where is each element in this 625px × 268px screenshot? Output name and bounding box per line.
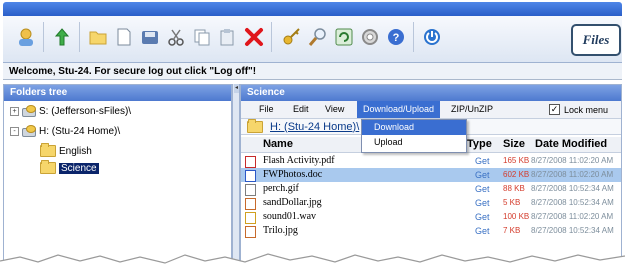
- new-file-icon[interactable]: [113, 26, 135, 48]
- file-row[interactable]: Flash Activity.pdf Get 165 KB 8/27/2008 …: [241, 154, 621, 168]
- upload-icon[interactable]: [51, 26, 73, 48]
- file-get-link[interactable]: Get: [475, 182, 490, 196]
- menu-file[interactable]: File: [259, 101, 274, 118]
- settings-icon[interactable]: [359, 26, 381, 48]
- cut-icon[interactable]: [165, 26, 187, 48]
- pdf-file-icon: [245, 156, 256, 168]
- current-path-link[interactable]: H: (Stu-24 Home)\: [270, 121, 359, 133]
- image-file-icon: [245, 184, 256, 196]
- file-name[interactable]: perch.gif: [263, 182, 299, 196]
- menu-zip-unzip[interactable]: ZIP/UnZIP: [451, 101, 493, 118]
- file-get-link[interactable]: Get: [475, 154, 490, 168]
- lock-menu-toggle[interactable]: ✓ Lock menu: [549, 104, 608, 115]
- welcome-message: Welcome, Stu-24. For secure log out clic…: [3, 63, 622, 80]
- file-get-link[interactable]: Get: [475, 196, 490, 210]
- column-header-type[interactable]: Type: [467, 137, 492, 152]
- download-upload-dropdown: Download Upload: [361, 119, 467, 153]
- copy-icon[interactable]: [191, 26, 213, 48]
- expand-icon[interactable]: +: [10, 106, 19, 116]
- user-icon[interactable]: [15, 26, 37, 48]
- file-name[interactable]: sandDollar.jpg: [263, 196, 322, 210]
- home-drive-icon: [22, 125, 36, 137]
- sort-ascending-icon: ▲: [267, 141, 274, 148]
- tree-item-label: English: [59, 145, 92, 157]
- dropdown-item-upload[interactable]: Upload: [362, 135, 466, 150]
- file-size: 165 KB: [503, 156, 530, 165]
- network-drive-icon: [22, 105, 36, 117]
- torn-edge-decoration: [0, 253, 625, 268]
- collapse-panel-icon[interactable]: ◂: [234, 84, 239, 93]
- file-date: 8/27/2008 11:02:20 AM: [531, 212, 614, 221]
- column-header-size[interactable]: Size: [503, 137, 525, 152]
- file-size: 602 KB: [503, 170, 530, 179]
- image-file-icon: [245, 198, 256, 210]
- file-size: 5 KB: [503, 198, 521, 207]
- file-get-link[interactable]: Get: [475, 210, 490, 224]
- files-panel-title: Science: [241, 85, 621, 101]
- svg-text:?: ?: [393, 32, 400, 44]
- file-row[interactable]: sandDollar.jpg Get 5 KB 8/27/2008 10:52:…: [241, 196, 621, 210]
- tree-item-label: H: (Stu-24 Home)\: [39, 125, 121, 137]
- file-size: 100 KB: [503, 212, 530, 221]
- tree-item-drive-s[interactable]: + S: (Jefferson-sFiles)\: [10, 105, 131, 117]
- folders-tree-title: Folders tree: [4, 85, 231, 101]
- help-icon[interactable]: ?: [385, 26, 407, 48]
- file-row[interactable]: sound01.wav Get 100 KB 8/27/2008 11:02:2…: [241, 210, 621, 224]
- file-name[interactable]: sound01.wav: [263, 210, 316, 224]
- disk-icon[interactable]: [139, 26, 161, 48]
- doc-file-icon: [245, 170, 256, 182]
- app-logo: Files: [571, 24, 621, 56]
- power-icon[interactable]: [421, 26, 443, 48]
- menu-bar: File Edit View Download/Upload ZIP/UnZIP…: [241, 101, 621, 119]
- file-get-link[interactable]: Get: [475, 168, 490, 182]
- menu-edit[interactable]: Edit: [293, 101, 309, 118]
- file-manager-window: ? Files Welcome, Stu-24. For secure log …: [0, 0, 625, 268]
- key-icon[interactable]: [281, 26, 303, 48]
- file-row[interactable]: perch.gif Get 88 KB 8/27/2008 10:52:34 A…: [241, 182, 621, 196]
- dropdown-item-download[interactable]: Download: [362, 120, 466, 135]
- menu-view[interactable]: View: [325, 101, 344, 118]
- file-date: 8/27/2008 10:52:34 AM: [531, 198, 614, 207]
- file-size: 88 KB: [503, 184, 525, 193]
- delete-icon[interactable]: [243, 26, 265, 48]
- toolbar: ? Files: [3, 16, 622, 63]
- window-title-bar: [3, 2, 622, 16]
- file-date: 8/27/2008 10:52:34 AM: [531, 184, 614, 193]
- tree-item-label: Science: [59, 162, 99, 174]
- column-header-date[interactable]: Date Modified: [535, 137, 607, 152]
- file-name[interactable]: Flash Activity.pdf: [263, 154, 335, 168]
- app-logo-text: Files: [582, 32, 610, 47]
- file-date: 8/27/2008 11:02:20 AM: [531, 170, 614, 179]
- folder-icon: [40, 143, 56, 157]
- tree-item-science[interactable]: Science: [40, 160, 99, 174]
- audio-file-icon: [245, 212, 256, 224]
- tree-item-label: S: (Jefferson-sFiles)\: [39, 105, 132, 117]
- lock-menu-checkbox[interactable]: ✓: [549, 104, 560, 115]
- collapse-icon[interactable]: -: [10, 126, 19, 136]
- file-date: 8/27/2008 11:02:20 AM: [531, 156, 614, 165]
- tree-item-drive-h[interactable]: - H: (Stu-24 Home)\: [10, 125, 120, 137]
- paste-icon[interactable]: [217, 26, 239, 48]
- folder-icon[interactable]: [87, 26, 109, 48]
- refresh-icon[interactable]: [333, 26, 355, 48]
- lock-menu-label: Lock menu: [564, 104, 609, 115]
- file-name[interactable]: FWPhotos.doc: [263, 168, 322, 182]
- folder-icon: [40, 160, 56, 174]
- tree-item-english[interactable]: English: [40, 143, 92, 157]
- folder-icon: [247, 118, 263, 133]
- search-icon[interactable]: [307, 26, 329, 48]
- menu-download-upload[interactable]: Download/Upload: [357, 101, 441, 118]
- file-row[interactable]: FWPhotos.doc Get 602 KB 8/27/2008 11:02:…: [241, 168, 621, 182]
